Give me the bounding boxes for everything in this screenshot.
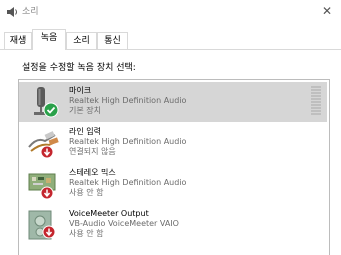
tab-communications[interactable]: 통신 bbox=[97, 32, 128, 49]
line-in-cable-icon bbox=[28, 131, 59, 159]
default-check-badge bbox=[43, 102, 59, 118]
circuit-board-icon bbox=[28, 173, 56, 200]
device-status: 사용 안 함 bbox=[69, 188, 104, 197]
tab-playback[interactable]: 재생 bbox=[4, 32, 32, 49]
speaker-icon bbox=[7, 7, 17, 17]
window-title: 소리 bbox=[22, 7, 39, 17]
device-driver: VB-Audio VoiceMeeter VAIO bbox=[69, 219, 179, 228]
device-row-stereo-mix[interactable]: 스테레오 믹스 Realtek High Definition Audio 사용… bbox=[19, 164, 327, 204]
disabled-badge bbox=[40, 186, 54, 200]
device-driver: Realtek High Definition Audio bbox=[69, 178, 187, 187]
tab-bar: 재생 녹음 소리 통신 bbox=[0, 22, 341, 50]
title-bar: 소리 ✕ bbox=[0, 0, 341, 22]
device-status: 기본 장치 bbox=[69, 106, 101, 115]
device-row-voicemeeter-output[interactable]: VoiceMeeter Output VB-Audio VoiceMeeter … bbox=[19, 205, 327, 245]
device-status: 연결되지 않음 bbox=[69, 147, 116, 156]
device-driver: Realtek High Definition Audio bbox=[69, 137, 187, 146]
disabled-badge bbox=[42, 225, 56, 239]
device-list: 마이크 Realtek High Definition Audio 기본 장치 bbox=[18, 79, 330, 255]
instruction-text: 설정을 수정할 녹음 장치 선택: bbox=[22, 63, 136, 73]
device-driver: Realtek High Definition Audio bbox=[69, 96, 187, 105]
device-name: 스테레오 믹스 bbox=[69, 168, 116, 177]
tab-sounds[interactable]: 소리 bbox=[66, 32, 97, 49]
close-button[interactable]: ✕ bbox=[313, 0, 341, 22]
device-status: 사용 안 함 bbox=[69, 229, 104, 238]
level-meter bbox=[311, 86, 321, 118]
disabled-badge bbox=[40, 145, 54, 159]
device-name: 마이크 bbox=[69, 86, 92, 95]
tab-recording[interactable]: 녹음 bbox=[32, 29, 66, 50]
device-row-microphone[interactable]: 마이크 Realtek High Definition Audio 기본 장치 bbox=[19, 82, 327, 122]
device-row-line-in[interactable]: 라인 입력 Realtek High Definition Audio 연결되지… bbox=[19, 123, 327, 163]
recording-panel: 설정을 수정할 녹음 장치 선택: 마이크 Realtek High Defin… bbox=[0, 49, 341, 255]
device-name: VoiceMeeter Output bbox=[69, 209, 149, 218]
microphone-icon bbox=[34, 87, 59, 118]
speaker-device-icon bbox=[28, 210, 56, 240]
device-name: 라인 입력 bbox=[69, 127, 101, 136]
